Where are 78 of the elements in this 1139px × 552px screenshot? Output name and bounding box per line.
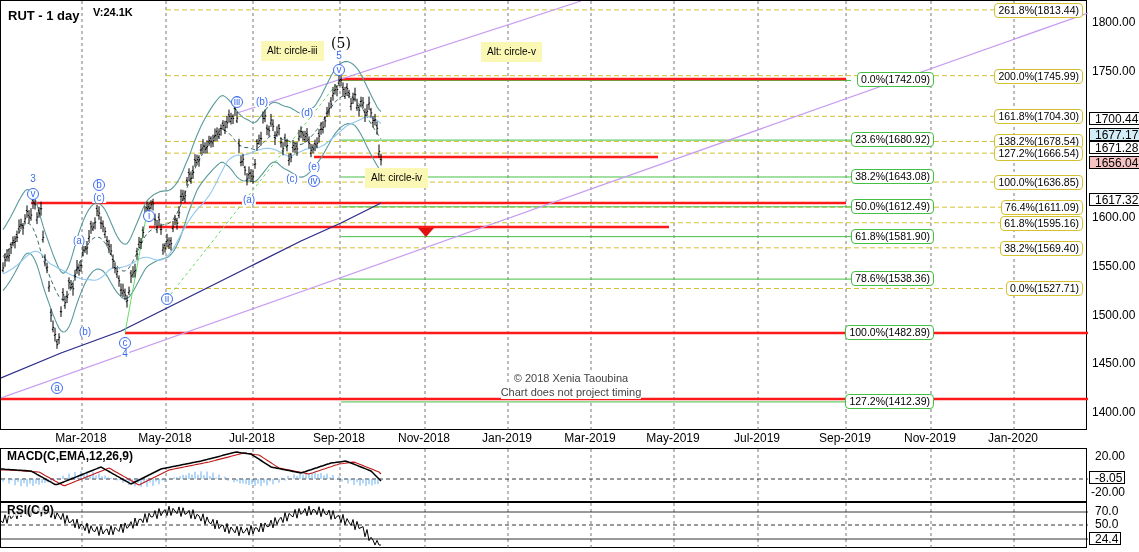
date-axis-label: Jan-2020 xyxy=(988,432,1038,444)
extension-level-label: 76.4%(1611.09) xyxy=(1001,200,1083,216)
copyright-text: Chart does not project timing xyxy=(500,385,642,399)
wave-label: 3 xyxy=(29,174,37,184)
wave-label: i xyxy=(143,210,155,222)
date-axis-label: May-2019 xyxy=(646,432,700,444)
retracement-level-label: 78.6%(1538.36) xyxy=(851,271,934,287)
price-axis-label: 1800.00 xyxy=(1092,16,1136,28)
wave-label: (c) xyxy=(285,174,299,184)
macd-axis-label: -20.00 xyxy=(1091,486,1126,498)
rsi-axis-label: 50.0 xyxy=(1095,518,1119,530)
extension-level-label: 200.0%(1745.99) xyxy=(994,68,1083,84)
annotation-note: Alt: circle-iii xyxy=(261,41,324,61)
wave-label: 4 xyxy=(121,349,129,359)
date-axis-label: May-2018 xyxy=(138,432,192,444)
wave-label: 5 xyxy=(335,51,343,61)
rsi-title: RSI(C,9) xyxy=(7,504,54,516)
wave-label: (a) xyxy=(241,195,257,205)
date-axis-label: Mar-2018 xyxy=(55,432,107,444)
wave-label: (b) xyxy=(254,97,270,107)
extension-level-label: 38.2%(1569.40) xyxy=(1000,240,1083,256)
retracement-level-label: 61.8%(1581.90) xyxy=(851,228,934,244)
date-axis-label: Sep-2018 xyxy=(313,432,365,444)
retracement-level-label: 23.6%(1680.92) xyxy=(851,132,934,148)
price-axis-label: 1750.00 xyxy=(1092,64,1136,77)
extension-level-label: 161.8%(1704.30) xyxy=(994,109,1083,125)
retracement-level-label: 50.0%(1612.49) xyxy=(851,198,934,214)
date-axis-label: Jul-2019 xyxy=(734,432,780,444)
date-axis-label: Jul-2018 xyxy=(229,432,275,444)
date-axis-label: Nov-2018 xyxy=(398,432,450,444)
price-badge: 1656.04 xyxy=(1089,156,1139,169)
rsi-value-badge: 24.4 xyxy=(1089,532,1122,545)
wave-label: c xyxy=(119,337,131,349)
price-axis-label: 1500.00 xyxy=(1092,308,1136,321)
retracement-level-label: 0.0%(1742.09) xyxy=(857,72,934,88)
copyright-text: © 2018 Xenia Taoubina xyxy=(513,371,629,385)
extension-level-label: 127.2%(1666.54) xyxy=(994,146,1083,162)
extension-level-label: 61.8%(1595.16) xyxy=(1000,215,1083,231)
price-badge: 1617.32 xyxy=(1089,193,1139,206)
retracement-level-label: 100.0%(1482.89) xyxy=(845,325,934,341)
price-axis-label: 1600.00 xyxy=(1092,211,1136,223)
extension-level-label: 0.0%(1527.71) xyxy=(1006,281,1083,297)
price-badge: 1700.44 xyxy=(1089,112,1139,125)
date-axis-label: Nov-2019 xyxy=(904,432,956,444)
macd-title: MACD(C,EMA,12,26,9) xyxy=(7,450,134,462)
price-badge: 1677.17 xyxy=(1089,128,1139,141)
price-axis-label: 1400.00 xyxy=(1092,406,1136,418)
wave-label: (a) xyxy=(71,236,87,246)
wave-label: (c) xyxy=(92,193,106,203)
annotation-note: Alt: circle-iv xyxy=(365,168,429,188)
down-arrow-marker-icon xyxy=(418,228,434,237)
wave-label: (d) xyxy=(299,108,315,118)
wave-label: a xyxy=(51,382,63,394)
date-axis-label: Jan-2019 xyxy=(482,432,532,444)
price-badge: 1671.28 xyxy=(1089,141,1139,154)
extension-level-label: 100.0%(1636.85) xyxy=(994,175,1083,191)
date-axis-label: Sep-2019 xyxy=(819,432,871,444)
wave-label: (b) xyxy=(77,327,93,337)
wave-label: (5) xyxy=(330,36,352,50)
rsi-axis-label: 70.0 xyxy=(1095,505,1119,517)
price-axis-label: 1550.00 xyxy=(1092,259,1136,272)
wave-label: iv xyxy=(308,175,320,187)
wave-label: v xyxy=(333,64,345,76)
macd-axis-label: 20.00 xyxy=(1095,450,1126,462)
wave-label: ii xyxy=(161,293,173,305)
wave-label: (e) xyxy=(306,162,322,172)
chart-title: RUT - 1 day xyxy=(8,7,80,25)
volume-label: V:24.1K xyxy=(93,5,133,20)
price-axis-label: 1450.00 xyxy=(1092,357,1136,370)
extension-level-label: 261.8%(1813.44) xyxy=(994,2,1083,18)
wave-label: iii xyxy=(231,96,243,108)
annotation-note: Alt: circle-v xyxy=(481,42,542,62)
wave-label: v xyxy=(27,188,39,200)
macd-value-badge: -8.05 xyxy=(1089,471,1126,484)
date-axis-label: Mar-2019 xyxy=(564,432,616,444)
wave-label: b xyxy=(93,179,105,191)
retracement-level-label: 127.2%(1412.39) xyxy=(845,393,934,409)
retracement-level-label: 38.2%(1643.08) xyxy=(851,169,934,184)
